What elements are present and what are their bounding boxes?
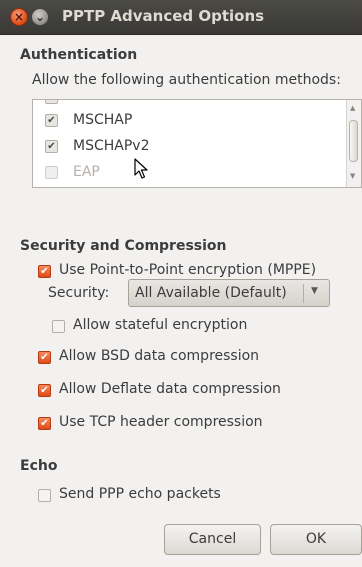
ppp-echo-checkbox[interactable] [38,489,51,502]
eap-label: EAP [73,164,100,180]
check-icon: ✔ [40,418,49,429]
list-item-mschap[interactable]: ✔ MSCHAP [33,109,343,133]
mschapv2-label: MSCHAPv2 [73,138,150,154]
partial-checkbox [45,100,58,104]
security-select[interactable]: All Available (Default) ▼ [128,279,330,307]
deflate-compression-label: Allow Deflate data compression [59,381,281,397]
check-icon: ✔ [47,115,56,126]
mouse-pointer-icon [134,158,148,179]
close-icon: × [13,10,25,24]
echo-heading: Echo [20,458,58,474]
tcp-header-compression-label: Use TCP header compression [59,414,263,430]
close-window-button[interactable]: × [10,8,28,26]
minimize-icon: ⌄ [34,10,46,24]
scrollbar-thumb[interactable] [349,120,358,162]
check-icon: ✔ [47,141,56,152]
list-scrollbar[interactable]: ▲ ▼ [346,100,361,187]
bsd-compression-checkbox[interactable]: ✔ [38,351,51,364]
mppe-label: Use Point-to-Point encryption (MPPE) [59,262,317,278]
ppp-echo-label: Send PPP echo packets [59,486,221,502]
deflate-compression-checkbox[interactable]: ✔ [38,384,51,397]
stateful-encryption-checkbox[interactable] [52,320,65,333]
bsd-compression-label: Allow BSD data compression [59,348,260,364]
check-icon: ✔ [40,385,49,396]
mschap-checkbox[interactable]: ✔ [45,114,58,127]
check-icon: ✔ [40,352,49,363]
tcp-header-compression-checkbox[interactable]: ✔ [38,417,51,430]
authentication-heading: Authentication [20,47,138,63]
minimize-window-button[interactable]: ⌄ [31,8,49,26]
mppe-checkbox[interactable]: ✔ [38,265,51,278]
security-select-value: All Available (Default) [135,285,287,301]
eap-checkbox [45,166,58,179]
scroll-up-arrow-icon[interactable]: ▲ [350,104,355,112]
mschapv2-checkbox[interactable]: ✔ [45,140,58,153]
window-title: PPTP Advanced Options [62,7,265,25]
window-titlebar: × ⌄ PPTP Advanced Options [0,0,362,35]
list-item-mschapv2[interactable]: ✔ MSCHAPv2 [33,135,343,159]
scroll-down-arrow-icon[interactable]: ▼ [350,172,355,180]
stateful-encryption-label: Allow stateful encryption [73,317,248,333]
mschap-label: MSCHAP [73,112,133,128]
authentication-description: Allow the following authentication metho… [32,72,341,88]
ok-button[interactable]: OK [270,524,362,555]
security-compression-heading: Security and Compression [20,238,227,254]
cancel-button[interactable]: Cancel [164,524,261,555]
security-label: Security: [48,285,110,301]
check-icon: ✔ [40,266,49,277]
list-item-eap: EAP [33,161,343,185]
chevron-down-icon: ▼ [311,286,318,296]
select-divider [303,284,304,303]
authentication-methods-list[interactable]: ✔ MSCHAP ✔ MSCHAPv2 EAP ▲ ▼ [32,99,362,188]
